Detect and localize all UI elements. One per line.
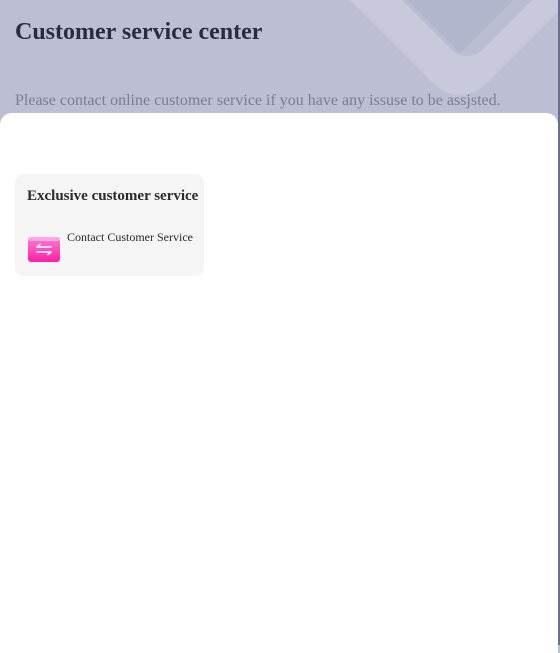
contact-customer-service-label: Contact Customer Service bbox=[67, 230, 193, 244]
contact-customer-service-button[interactable]: Contact Customer Service bbox=[27, 229, 199, 265]
exclusive-service-card: Exclusive customer service Contact Custo… bbox=[15, 174, 204, 276]
main-content: Exclusive customer service Contact Custo… bbox=[0, 113, 558, 653]
swap-arrows-icon bbox=[28, 237, 60, 262]
card-title: Exclusive customer service bbox=[27, 188, 199, 204]
page-subtitle: Please contact online customer service i… bbox=[15, 92, 501, 109]
page-title: Customer service center bbox=[15, 19, 263, 45]
